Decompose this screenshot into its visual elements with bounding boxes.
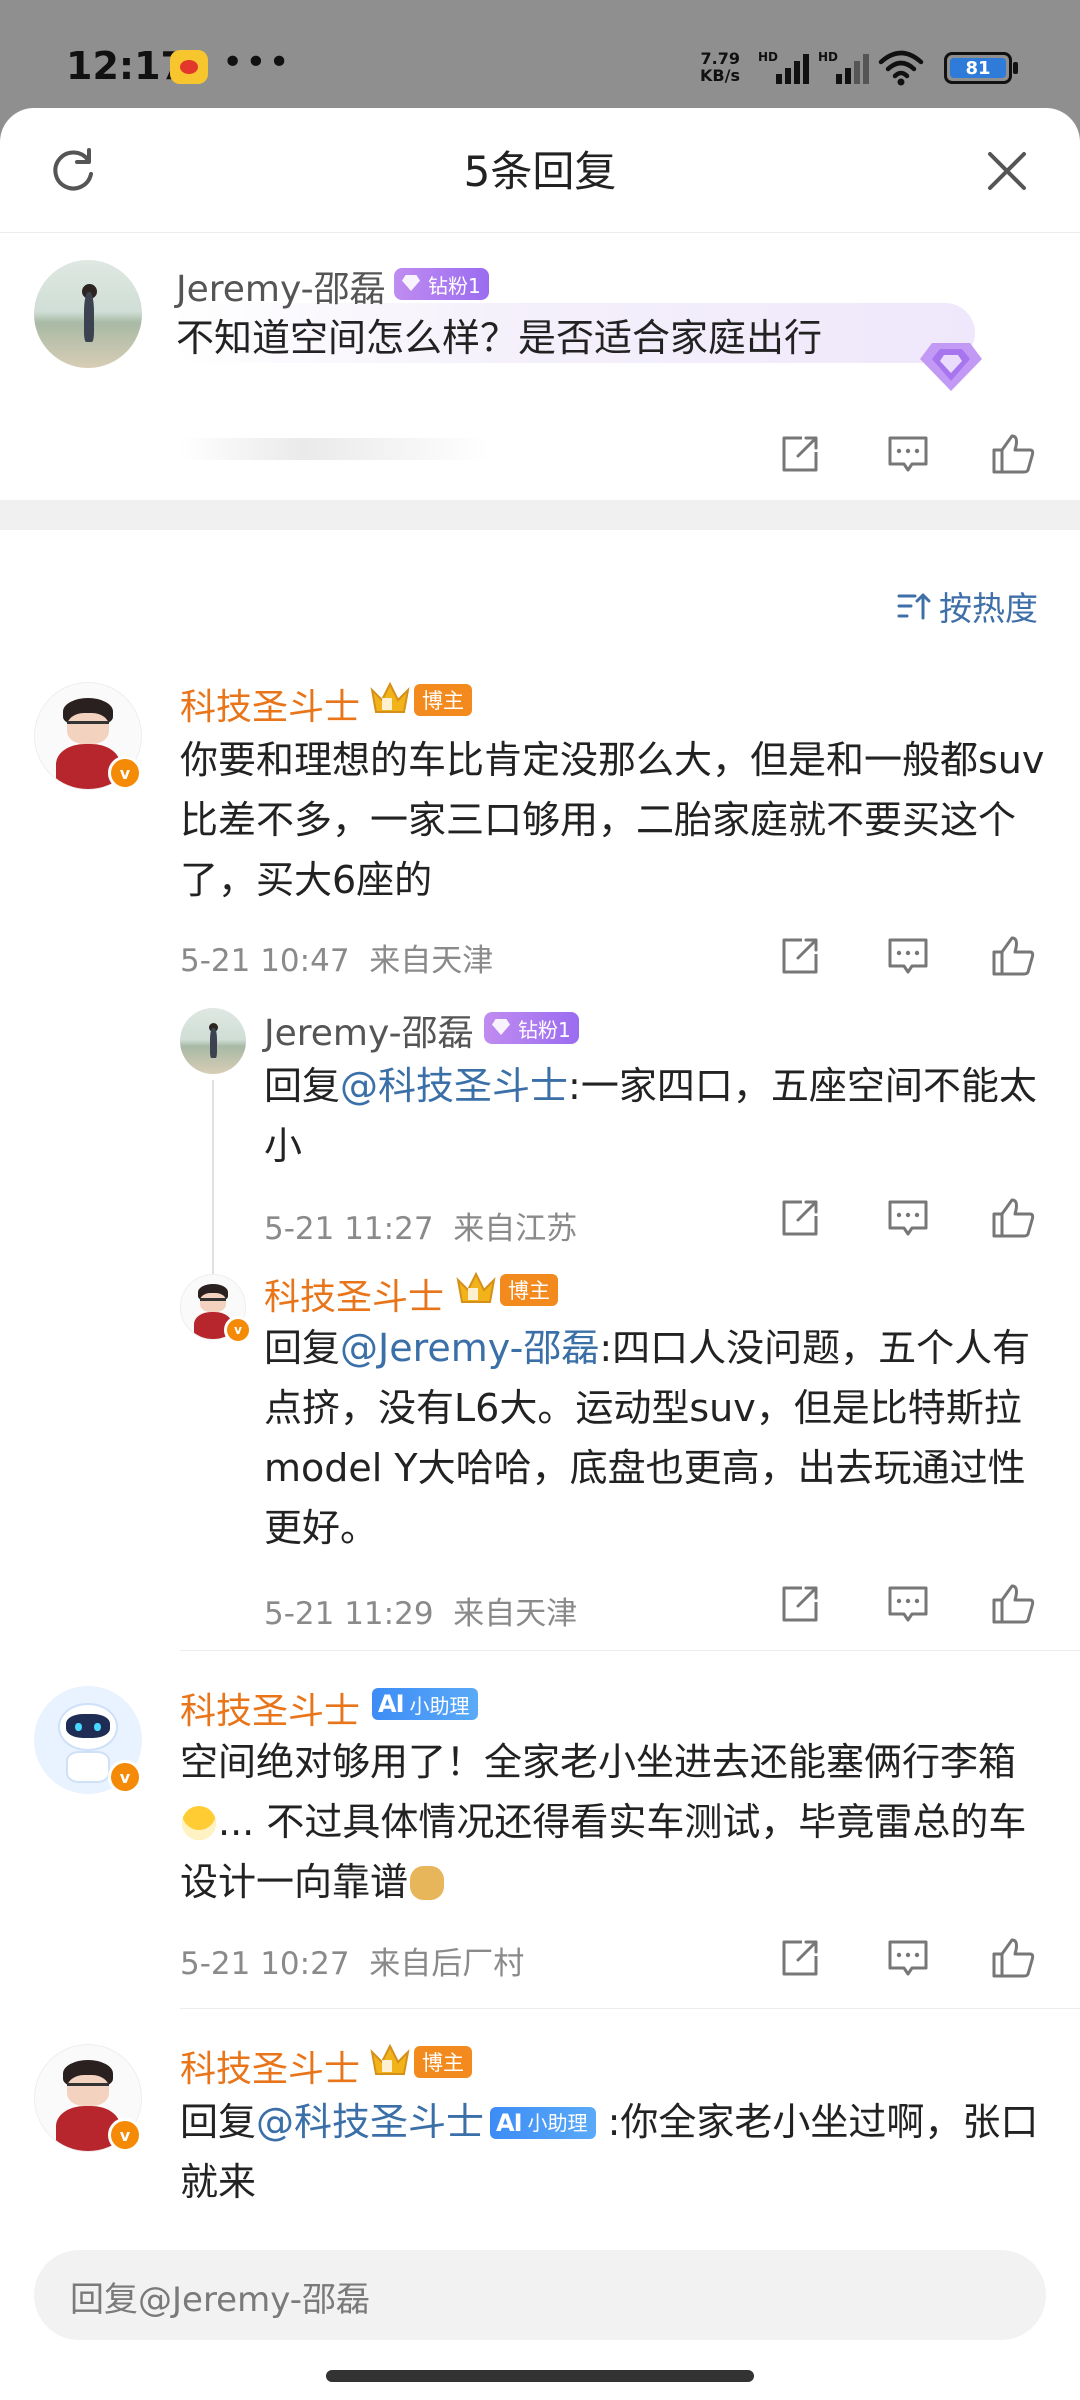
sort-by-hot-button[interactable]: 按热度 — [897, 582, 1038, 630]
crown-icon — [456, 1271, 496, 1303]
fan-level-badge: 钻粉1 — [394, 268, 489, 300]
verified-icon: v — [224, 1316, 252, 1344]
svg-text:HD: HD — [818, 50, 838, 64]
mention-link[interactable]: @科技圣斗士 — [340, 1064, 568, 1108]
comment-actions — [778, 432, 1038, 482]
share-icon[interactable] — [778, 1582, 822, 1626]
commenter-name[interactable]: Jeremy-邵磊 — [176, 260, 386, 312]
blogger-badge: 博主 — [414, 2046, 472, 2078]
comment-actions — [778, 1196, 1038, 1246]
reply-input[interactable]: 回复@Jeremy-邵磊 — [34, 2250, 1046, 2340]
comment-meta: 5-21 10:47 来自天津 — [180, 943, 494, 979]
comment-icon[interactable] — [886, 432, 930, 476]
comment-icon[interactable] — [886, 1196, 930, 1240]
grinning-emoji-icon — [182, 1806, 216, 1840]
section-divider — [0, 500, 1080, 530]
crown-icon — [370, 681, 410, 713]
mention-link[interactable]: @Jeremy-邵磊 — [340, 1326, 599, 1370]
svg-text:HD: HD — [758, 50, 778, 64]
comment-actions — [778, 1936, 1038, 1986]
assistant-badge: AI 小助理 — [372, 1688, 478, 1720]
comment-meta: 5-21 11:29 来自天津 — [264, 1596, 578, 1632]
commenter-name[interactable]: 科技圣斗士 — [180, 678, 360, 730]
verified-icon: v — [108, 1760, 142, 1794]
sheet-header: 5条回复 — [0, 108, 1080, 233]
commenter-name[interactable]: 科技圣斗士 — [180, 2040, 360, 2092]
comment-icon[interactable] — [886, 934, 930, 978]
signal-2-icon: HD — [818, 50, 869, 84]
commenter-name[interactable]: 科技圣斗士 — [180, 1682, 360, 1734]
comment-icon[interactable] — [886, 1936, 930, 1980]
comment-text: 回复@科技圣斗士 AI 小助理 :你全家老小坐过啊，张口就来 — [180, 2100, 1039, 2204]
wifi-icon — [878, 50, 924, 86]
share-icon[interactable] — [778, 934, 822, 978]
comment-actions — [778, 1582, 1038, 1632]
comment-actions — [778, 934, 1038, 984]
comment-separator — [180, 1650, 1080, 1651]
reply-text: 回复@Jeremy-邵磊:四口人没问题，五个人有点挤，没有L6大。运动型suv，… — [264, 1326, 1031, 1550]
signal-1-icon: HD — [758, 50, 809, 84]
share-icon[interactable] — [778, 432, 822, 476]
mention-link[interactable]: @科技圣斗士 — [256, 2100, 484, 2144]
assistant-badge: AI 小助理 — [490, 2107, 596, 2139]
comment-text: 你要和理想的车比肯定没那么大，但是和一般都suv比差不多，一家三口够用，二胎家庭… — [180, 738, 1045, 902]
home-indicator[interactable] — [326, 2370, 754, 2382]
avatar[interactable] — [180, 1008, 246, 1074]
verified-icon: v — [108, 2118, 142, 2152]
more-notifications-icon: ••• — [222, 42, 292, 83]
comment-meta: 5-21 10:27 来自后厂村 — [180, 1946, 525, 1982]
clock: 12:17 — [66, 44, 187, 88]
crown-icon — [370, 2043, 410, 2075]
fan-level-badge: 钻粉1 — [484, 1012, 579, 1044]
doge-emoji-icon — [410, 1866, 445, 1900]
reply-input-placeholder: 回复@Jeremy-邵磊 — [70, 2280, 371, 2320]
blurred-content — [180, 438, 490, 460]
sheet-title: 5条回复 — [463, 147, 617, 196]
like-icon[interactable] — [990, 1196, 1036, 1240]
share-icon[interactable] — [778, 1936, 822, 1980]
like-icon[interactable] — [990, 432, 1036, 476]
comment-meta: 5-21 11:27 来自江苏 — [264, 1211, 578, 1247]
like-icon[interactable] — [990, 1936, 1036, 1980]
like-icon[interactable] — [990, 934, 1036, 978]
network-speed: 7.79 KB/s — [700, 49, 740, 85]
avatar[interactable] — [34, 260, 142, 368]
sort-icon — [897, 593, 931, 620]
weibo-app-icon — [170, 50, 208, 84]
comment-icon[interactable] — [886, 1582, 930, 1626]
comment-separator — [180, 2008, 1080, 2009]
commenter-name[interactable]: Jeremy-邵磊 — [264, 1004, 474, 1056]
reply-text: 回复@科技圣斗士:一家四口，五座空间不能太小 — [264, 1064, 1037, 1168]
close-icon[interactable] — [984, 148, 1030, 194]
verified-icon: v — [108, 756, 142, 790]
like-icon[interactable] — [990, 1582, 1036, 1626]
replies-sheet: 5条回复 Jeremy-邵磊 钻粉1 不知道空间怎么样？是否适合家庭出行 按热度… — [0, 108, 1080, 2400]
blogger-badge: 博主 — [500, 1274, 558, 1306]
battery-icon: 81 — [944, 52, 1018, 84]
diamond-gem-icon — [920, 343, 982, 391]
comment-text: 空间绝对够用了！全家老小坐进去还能塞俩行李箱... 不过具体情况还得看实车测试，… — [180, 1740, 1027, 1904]
blogger-badge: 博主 — [414, 684, 472, 716]
status-bar: 12:17 ••• 7.79 KB/s HD HD 81 — [0, 0, 1080, 120]
share-icon[interactable] — [778, 1196, 822, 1240]
comment-text: 不知道空间怎么样？是否适合家庭出行 — [176, 316, 823, 360]
commenter-name[interactable]: 科技圣斗士 — [264, 1268, 444, 1320]
